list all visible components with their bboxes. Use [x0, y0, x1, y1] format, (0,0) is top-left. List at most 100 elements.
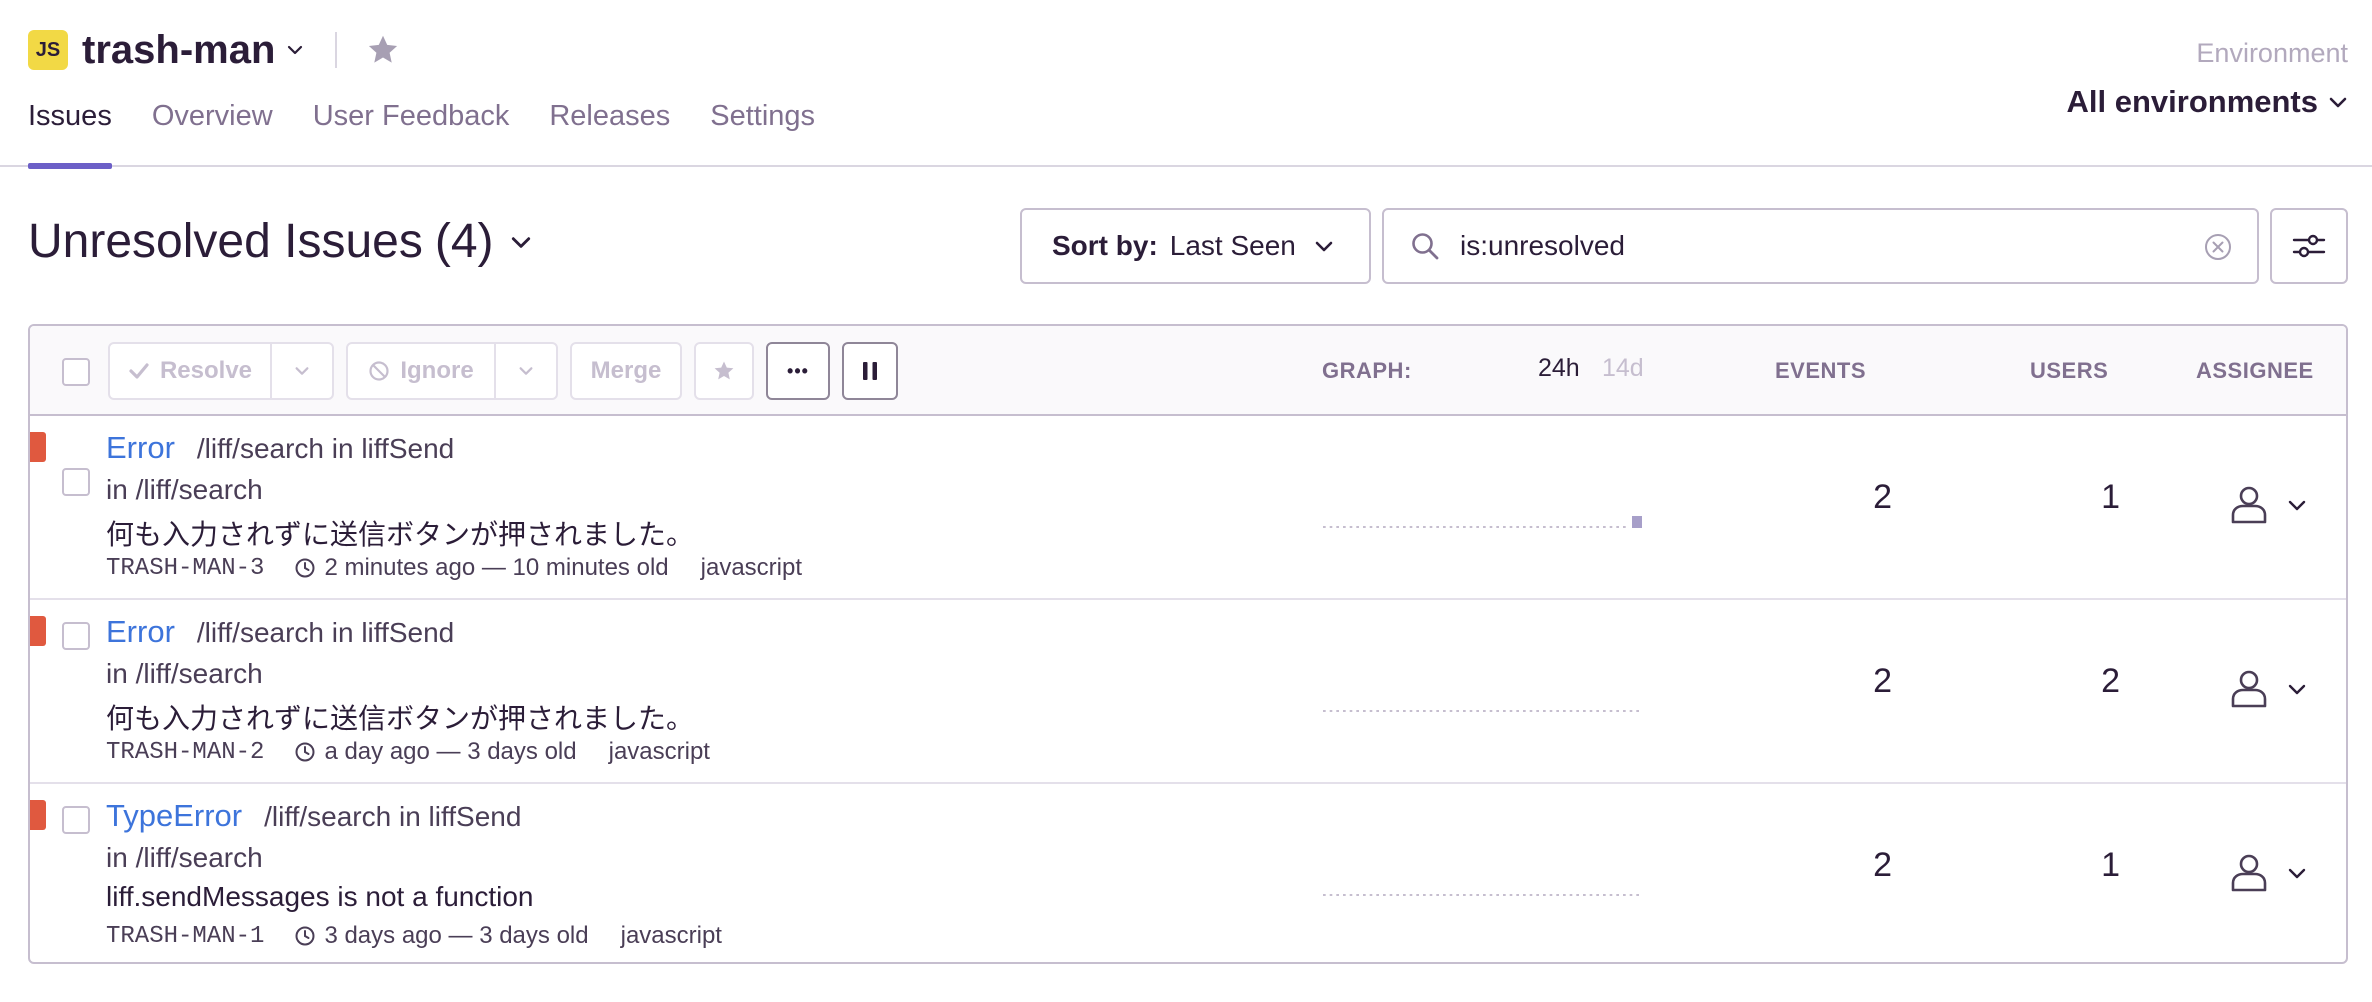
issue-row[interactable]: TypeError /liff/search in liffSend in /l…: [30, 786, 2346, 962]
issue-meta: TRASH-MAN-2 a day ago — 3 days old javas…: [106, 738, 710, 766]
sparkline-bar: [1632, 516, 1642, 528]
issue-title: TypeError /liff/search in liffSend: [106, 798, 521, 834]
chevron-down-icon[interactable]: [285, 40, 305, 60]
issue-age[interactable]: 3 days ago — 3 days old: [324, 922, 588, 950]
issue-title: Error /liff/search in liffSend: [106, 430, 454, 466]
user-icon: [2231, 486, 2267, 524]
issue-checkbox[interactable]: [62, 622, 90, 650]
search-bar: [1382, 208, 2259, 284]
graph-column-header: GRAPH:: [1322, 358, 1412, 383]
clock-icon: [295, 742, 315, 762]
issue-title: Error /liff/search in liffSend: [106, 614, 454, 650]
project-name[interactable]: trash-man: [82, 28, 275, 73]
search-input[interactable]: [1460, 230, 2180, 262]
bookmark-button[interactable]: [694, 342, 754, 400]
assignee-selector[interactable]: [2228, 668, 2308, 710]
more-actions-button[interactable]: •••: [766, 342, 830, 400]
issue-platform: javascript: [700, 554, 803, 581]
environment-value: All environments: [2066, 84, 2319, 119]
pause-icon: [863, 362, 877, 380]
search-options-button[interactable]: [2270, 208, 2348, 284]
issue-row[interactable]: Error /liff/search in liffSend in /liff/…: [30, 418, 2346, 600]
issue-location: /liff/search in liffSend: [196, 433, 455, 464]
tab-releases[interactable]: Releases: [549, 96, 670, 167]
event-sparkline: [1323, 894, 1639, 896]
issue-age[interactable]: a day ago — 3 days old: [324, 738, 576, 766]
issue-row[interactable]: Error /liff/search in liffSend in /liff/…: [30, 602, 2346, 784]
issue-location: /liff/search in liffSend: [196, 617, 455, 648]
more-actions-label: •••: [787, 360, 809, 381]
clear-search-icon[interactable]: [2203, 232, 2233, 262]
ignore-button[interactable]: Ignore: [346, 342, 496, 400]
event-count: 2: [1873, 478, 1892, 516]
tab-issues[interactable]: Issues: [28, 96, 112, 169]
platform-badge: JS: [28, 30, 68, 70]
issue-culprit: in /liff/search: [106, 842, 263, 873]
assignee-selector[interactable]: [2228, 852, 2308, 894]
issue-type-link[interactable]: TypeError: [106, 798, 242, 834]
select-all-checkbox[interactable]: [62, 358, 90, 386]
issue-type-link[interactable]: Error: [106, 614, 175, 650]
issue-checkbox[interactable]: [62, 806, 90, 834]
tab-overview[interactable]: Overview: [152, 96, 273, 167]
ignore-options-button[interactable]: [494, 342, 558, 400]
ignore-icon: [369, 361, 389, 381]
issue-culprit: in /liff/search: [106, 658, 263, 689]
environment-selector[interactable]: All environments: [2067, 84, 2349, 120]
assignee-column-header: ASSIGNEE: [2196, 358, 2314, 383]
sort-label: Sort by:: [1052, 230, 1158, 261]
resolve-options-button[interactable]: [270, 342, 334, 400]
page-title: Unresolved Issues: [28, 215, 423, 268]
issue-short-id[interactable]: TRASH-MAN-3: [106, 555, 264, 582]
issue-culprit: in /liff/search: [106, 474, 263, 505]
pause-stream-button[interactable]: [842, 342, 898, 400]
tab-settings[interactable]: Settings: [710, 96, 815, 167]
issue-message: 何も入力されずに送信ボタンが押されました。: [106, 519, 695, 550]
issue-short-id[interactable]: TRASH-MAN-2: [106, 739, 264, 766]
chevron-down-icon: [511, 236, 530, 248]
user-icon: [2231, 670, 2267, 708]
issue-checkbox[interactable]: [62, 468, 90, 496]
chevron-down-icon: [2329, 97, 2347, 108]
star-icon: [714, 361, 734, 380]
issue-age[interactable]: 2 minutes ago — 10 minutes old: [324, 554, 668, 582]
ignore-label: Ignore: [400, 357, 474, 384]
tab-user-feedback[interactable]: User Feedback: [313, 96, 510, 167]
project-header: JS trash-man Issues Overview User Feedba…: [0, 0, 2372, 169]
issue-type-link[interactable]: Error: [106, 430, 175, 466]
clock-icon: [295, 558, 315, 578]
star-icon[interactable]: [365, 32, 401, 68]
issue-platform: javascript: [608, 738, 710, 765]
users-column-header: USERS: [2030, 358, 2109, 383]
chevron-down-icon: [2288, 868, 2306, 879]
user-count: 1: [2101, 478, 2120, 516]
chevron-down-icon: [519, 367, 533, 375]
user-count: 1: [2101, 846, 2120, 884]
chevron-down-icon: [1315, 241, 1333, 252]
saved-search-selector[interactable]: Unresolved Issues (4): [28, 214, 532, 269]
event-sparkline: [1323, 516, 1642, 528]
graph-period-14d[interactable]: 14d: [1602, 354, 1644, 383]
issue-meta: TRASH-MAN-1 3 days ago — 3 days old java…: [106, 922, 722, 950]
events-column-header: EVENTS: [1775, 358, 1867, 383]
assignee-selector[interactable]: [2228, 484, 2308, 526]
graph-period-24h[interactable]: 24h: [1538, 354, 1580, 383]
event-count: 2: [1873, 662, 1892, 700]
issue-list-header: Resolve Ignore Merge ••• GRAPH: 24h 14d …: [30, 326, 2346, 416]
resolve-label: Resolve: [159, 357, 253, 384]
sort-dropdown[interactable]: Sort by: Last Seen: [1020, 208, 1371, 284]
error-level-indicator: [30, 616, 46, 646]
project-tabs: Issues Overview User Feedback Releases S…: [28, 96, 855, 169]
sort-value: Last Seen: [1169, 230, 1296, 261]
resolve-button[interactable]: Resolve: [108, 342, 272, 400]
chevron-down-icon: [2288, 500, 2306, 511]
error-level-indicator: [30, 432, 46, 462]
project-selector[interactable]: JS trash-man: [28, 26, 401, 74]
issue-short-id[interactable]: TRASH-MAN-1: [106, 923, 264, 950]
issue-meta: TRASH-MAN-3 2 minutes ago — 10 minutes o…: [106, 554, 802, 582]
merge-button[interactable]: Merge: [570, 342, 682, 400]
issue-message: liff.sendMessages is not a function: [106, 881, 534, 912]
issue-location: /liff/search in liffSend: [264, 801, 522, 832]
header-divider: [335, 32, 338, 68]
user-icon: [2231, 854, 2267, 892]
